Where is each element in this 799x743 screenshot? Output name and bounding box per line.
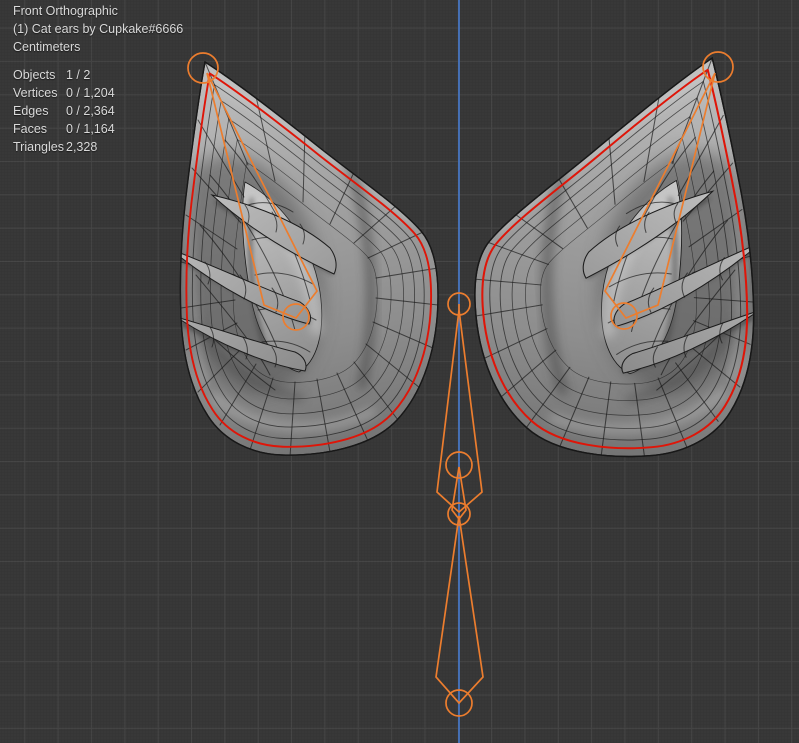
cat-ear-mesh-left[interactable]: [141, 62, 438, 457]
3d-viewport[interactable]: Front Orthographic (1) Cat ears by Cupka…: [0, 0, 799, 743]
viewport-canvas[interactable]: [0, 0, 799, 743]
cat-ear-mesh-right[interactable]: [461, 54, 799, 468]
